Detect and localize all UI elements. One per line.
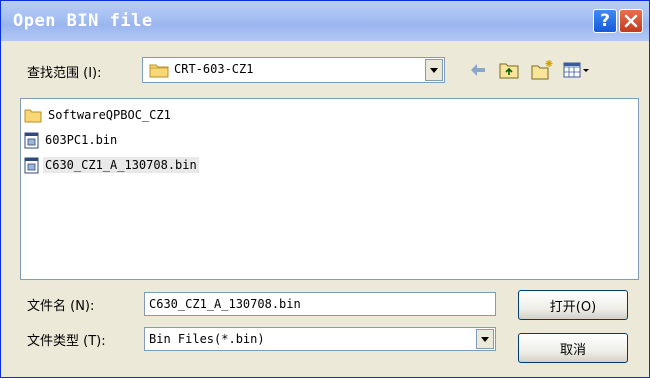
lookin-dropdown[interactable]: CRT-603-CZ1 — [142, 57, 445, 83]
filetype-label: 文件类型 (T): — [27, 334, 106, 349]
filename-input[interactable]: C630_CZ1_A_130708.bin — [144, 292, 496, 316]
lookin-value: CRT-603-CZ1 — [174, 62, 254, 76]
folder-icon — [24, 109, 42, 122]
file-name: 603PC1.bin — [45, 133, 118, 147]
file-name: SoftwareQPBOC_CZ1 — [48, 108, 171, 122]
up-folder-icon[interactable] — [498, 59, 520, 81]
cancel-button[interactable]: 取消 — [518, 333, 628, 363]
file-list[interactable]: SoftwareQPBOC_CZ1 603PC1.bin C630_CZ1_A_… — [20, 98, 639, 280]
back-arrow-icon[interactable] — [467, 59, 489, 81]
close-button[interactable] — [619, 9, 643, 33]
bin-file-icon — [24, 157, 39, 173]
filetype-value: Bin Files(*.bin) — [149, 332, 265, 346]
filetype-dropdown-button[interactable] — [476, 329, 494, 349]
list-item-folder[interactable]: SoftwareQPBOC_CZ1 — [24, 105, 173, 125]
chevron-down-icon — [430, 67, 438, 73]
open-button[interactable]: 打开(O) — [518, 290, 628, 320]
list-item-file-selected[interactable]: C630_CZ1_A_130708.bin — [24, 155, 199, 175]
lookin-label: 查找范围 (I): — [27, 66, 102, 81]
help-button[interactable]: ? — [593, 9, 617, 33]
chevron-down-icon — [481, 336, 489, 342]
bin-file-icon — [24, 132, 39, 148]
view-menu-icon[interactable] — [563, 59, 591, 81]
lookin-dropdown-button[interactable] — [425, 59, 443, 81]
list-item-file[interactable]: 603PC1.bin — [24, 130, 119, 150]
file-name: C630_CZ1_A_130708.bin — [43, 157, 199, 173]
close-icon — [624, 14, 638, 28]
filetype-dropdown[interactable]: Bin Files(*.bin) — [144, 327, 496, 351]
new-folder-icon[interactable] — [530, 59, 554, 81]
folder-icon — [149, 64, 169, 78]
filename-value: C630_CZ1_A_130708.bin — [149, 297, 301, 311]
title-bar[interactable]: Open BIN file ? — [1, 1, 649, 41]
window-title: Open BIN file — [13, 11, 153, 31]
open-file-dialog: Open BIN file ? 查找范围 (I): CRT-603-CZ1 So… — [0, 0, 650, 378]
filename-label: 文件名 (N): — [27, 299, 95, 314]
